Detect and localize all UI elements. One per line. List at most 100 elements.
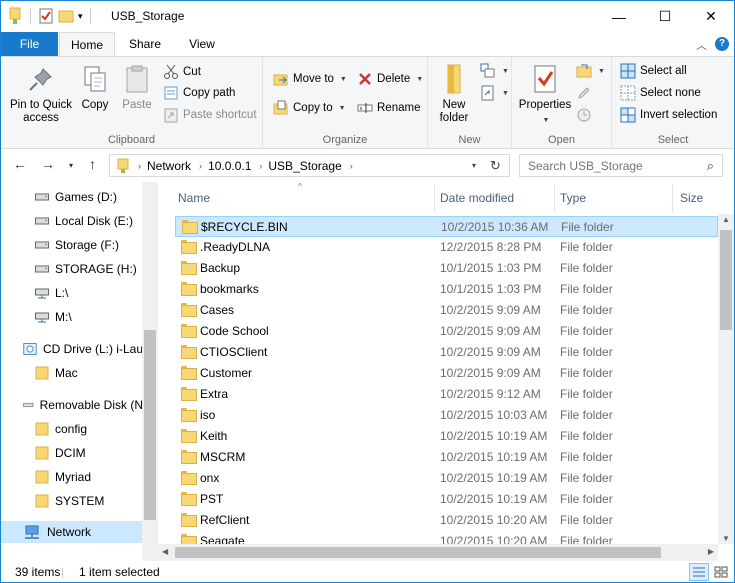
- breadcrumb-network[interactable]: Network: [147, 159, 191, 173]
- tab-home[interactable]: Home: [59, 32, 115, 57]
- nav-item-myriad[interactable]: Myriad: [1, 466, 143, 488]
- column-divider[interactable]: [554, 184, 555, 212]
- search-input[interactable]: [528, 158, 698, 173]
- pin-to-quick-access-button[interactable]: Pin to Quick access: [5, 63, 77, 125]
- scroll-left-arrow-icon[interactable]: ◀: [162, 547, 168, 556]
- easy-access-button[interactable]: ▼: [480, 83, 509, 103]
- table-row[interactable]: RefClient 10/2/2015 10:20 AM File folder: [175, 510, 718, 531]
- address-dropdown-icon[interactable]: ▾: [472, 161, 476, 170]
- nav-item-system[interactable]: SYSTEM: [1, 490, 143, 512]
- nav-item-cd-drive[interactable]: CD Drive (L:) i-Lau: [1, 338, 143, 360]
- nav-item-games-d[interactable]: Games (D:): [1, 186, 143, 208]
- nav-item-mac[interactable]: Mac: [1, 362, 143, 384]
- search-box[interactable]: ⌕: [519, 154, 723, 177]
- filelist-horizontal-scroll-thumb[interactable]: [175, 547, 661, 558]
- tab-view[interactable]: View: [177, 32, 227, 56]
- nav-item-l-drive[interactable]: L:\: [1, 282, 143, 304]
- nav-item-storage-f[interactable]: Storage (F:): [1, 234, 143, 256]
- rename-button[interactable]: Rename: [357, 98, 420, 118]
- breadcrumb-chevron-icon[interactable]: ›: [350, 161, 353, 171]
- nav-item-config[interactable]: config: [1, 418, 143, 440]
- table-row[interactable]: .ReadyDLNA 12/2/2015 8:28 PM File folder: [175, 237, 718, 258]
- breadcrumb-chevron-icon[interactable]: ›: [138, 161, 141, 171]
- table-row[interactable]: Keith 10/2/2015 10:19 AM File folder: [175, 426, 718, 447]
- select-none-button[interactable]: Select none: [620, 83, 701, 103]
- column-type[interactable]: Type: [560, 191, 586, 205]
- recent-locations-icon[interactable]: ▾: [69, 161, 73, 170]
- properties-qat-icon[interactable]: [38, 8, 54, 24]
- cut-button[interactable]: Cut: [163, 62, 201, 82]
- invert-selection-button[interactable]: Invert selection: [620, 105, 717, 125]
- paste-shortcut-button[interactable]: Paste shortcut: [163, 105, 257, 125]
- help-icon[interactable]: ?: [715, 37, 729, 51]
- table-row[interactable]: iso 10/2/2015 10:03 AM File folder: [175, 405, 718, 426]
- table-row[interactable]: PST 10/2/2015 10:19 AM File folder: [175, 489, 718, 510]
- properties-button[interactable]: Properties ▼: [516, 63, 574, 127]
- open-button[interactable]: ▼: [576, 61, 605, 81]
- column-size[interactable]: Size: [680, 191, 703, 205]
- navpane-scroll-thumb[interactable]: [144, 330, 156, 520]
- breadcrumb-chevron-icon[interactable]: ›: [199, 161, 202, 171]
- new-item-button[interactable]: ▼: [480, 61, 509, 81]
- table-row[interactable]: CTIOSClient 10/2/2015 9:09 AM File folder: [175, 342, 718, 363]
- column-divider[interactable]: [672, 184, 673, 212]
- paste-label: Paste: [122, 99, 152, 111]
- address-bar[interactable]: › Network › 10.0.0.1 › USB_Storage › ▾ ↻: [109, 154, 510, 177]
- table-row[interactable]: Cases 10/2/2015 9:09 AM File folder: [175, 300, 718, 321]
- column-divider[interactable]: [434, 184, 435, 212]
- maximize-button[interactable]: ☐: [642, 1, 688, 32]
- folder-icon: [181, 429, 197, 443]
- new-folder-qat-icon[interactable]: [58, 8, 74, 24]
- forward-arrow-icon[interactable]: →: [41, 156, 55, 172]
- breadcrumb-ip[interactable]: 10.0.0.1: [208, 159, 251, 173]
- nav-item-network[interactable]: Network: [1, 521, 143, 543]
- nav-item-removable-disk[interactable]: Removable Disk (N: [1, 394, 143, 416]
- minimize-button[interactable]: —: [596, 1, 642, 32]
- delete-button[interactable]: Delete ▼: [357, 69, 423, 89]
- table-row[interactable]: bookmarks 10/1/2015 1:03 PM File folder: [175, 279, 718, 300]
- table-row[interactable]: Extra 10/2/2015 9:12 AM File folder: [175, 384, 718, 405]
- select-all-button[interactable]: Select all: [620, 61, 687, 81]
- copy-path-button[interactable]: Copy path: [163, 83, 235, 103]
- move-to-button[interactable]: Move to ▼: [273, 69, 347, 89]
- breadcrumb-chevron-icon[interactable]: ›: [259, 161, 262, 171]
- scroll-down-arrow-icon[interactable]: ▼: [722, 534, 730, 543]
- edit-button[interactable]: [576, 83, 592, 103]
- table-row[interactable]: MSCRM 10/2/2015 10:19 AM File folder: [175, 447, 718, 468]
- refresh-icon[interactable]: ↻: [490, 158, 501, 174]
- drive-icon: [35, 265, 49, 273]
- details-view-button[interactable]: [689, 563, 709, 581]
- nav-item-dcim[interactable]: DCIM: [1, 442, 143, 464]
- filelist-vertical-scroll-thumb[interactable]: [720, 230, 732, 330]
- scroll-right-arrow-icon[interactable]: ▶: [708, 547, 714, 556]
- history-button[interactable]: [576, 105, 592, 125]
- new-folder-button[interactable]: New folder: [434, 63, 474, 125]
- column-date-modified[interactable]: Date modified: [440, 191, 514, 205]
- search-icon[interactable]: ⌕: [707, 158, 714, 174]
- table-row[interactable]: $RECYCLE.BIN 10/2/2015 10:36 AM File folde…: [175, 216, 718, 237]
- column-name[interactable]: Name: [178, 191, 210, 205]
- tab-share[interactable]: Share: [119, 32, 171, 56]
- large-icons-view-button[interactable]: [711, 563, 731, 581]
- collapse-ribbon-icon[interactable]: ︿: [696, 37, 707, 53]
- back-arrow-icon[interactable]: ←: [13, 156, 27, 172]
- copy-button[interactable]: Copy: [77, 63, 113, 112]
- tab-file[interactable]: File: [1, 32, 58, 56]
- table-row[interactable]: onx 10/2/2015 10:19 AM File folder: [175, 468, 718, 489]
- table-row[interactable]: Backup 10/1/2015 1:03 PM File folder: [175, 258, 718, 279]
- paste-button[interactable]: Paste: [117, 63, 157, 112]
- nav-item-m-drive[interactable]: M:\: [1, 306, 143, 328]
- folder-icon: [35, 366, 49, 380]
- table-row[interactable]: Customer 10/2/2015 9:09 AM File folder: [175, 363, 718, 384]
- copy-to-button[interactable]: Copy to ▼: [273, 98, 346, 118]
- nav-item-local-disk-e[interactable]: Local Disk (E:): [1, 210, 143, 232]
- table-row[interactable]: Code School 10/2/2015 9:09 AM File folder: [175, 321, 718, 342]
- scroll-up-arrow-icon[interactable]: ▲: [722, 215, 730, 224]
- nav-item-storage-h[interactable]: STORAGE (H:): [1, 258, 143, 280]
- up-arrow-icon[interactable]: ↑: [89, 156, 96, 172]
- breadcrumb-usb-storage[interactable]: USB_Storage: [268, 159, 341, 173]
- explorer-window: ▾ USB_Storage — ☐ ✕ File Home Share View…: [0, 0, 735, 583]
- qat-dropdown-icon[interactable]: ▾: [78, 11, 83, 22]
- row-type: File folder: [560, 450, 613, 464]
- close-button[interactable]: ✕: [688, 1, 734, 32]
